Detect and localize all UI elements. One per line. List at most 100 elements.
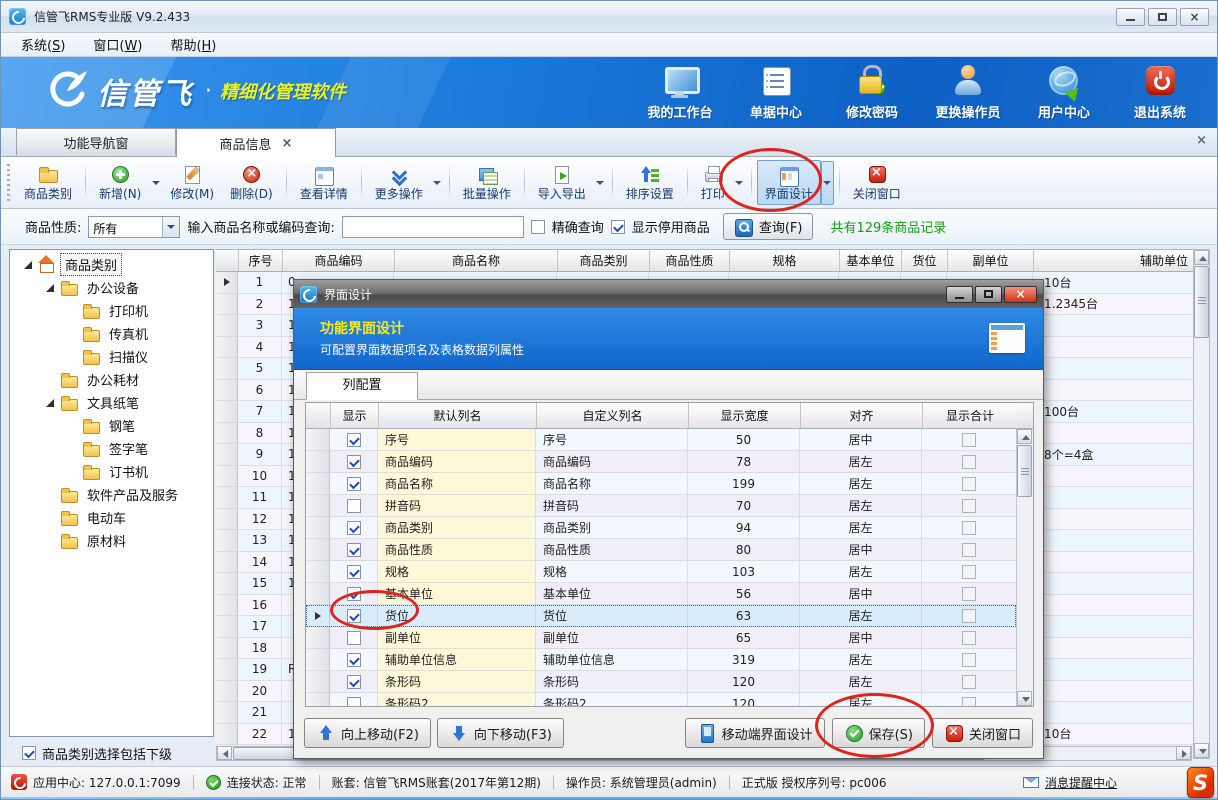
tree-item[interactable]: 扫描仪: [10, 345, 213, 368]
show-total-checkbox[interactable]: [962, 609, 976, 623]
cell-alignment[interactable]: 居中: [800, 429, 922, 451]
cell-alignment[interactable]: 居左: [800, 517, 922, 539]
scroll-left-icon[interactable]: [217, 746, 232, 760]
tree-item[interactable]: 软件产品及服务: [10, 483, 213, 506]
cell-custom-name[interactable]: 商品类别: [536, 517, 688, 539]
nature-select[interactable]: 所有: [88, 216, 180, 238]
show-column-checkbox[interactable]: [347, 631, 361, 645]
minimize-button[interactable]: [1116, 8, 1145, 26]
tree-item[interactable]: 文具纸笔: [10, 391, 213, 414]
cell-display-width[interactable]: 94: [688, 517, 800, 539]
dialog-scrollbar[interactable]: [1016, 429, 1033, 706]
scroll-right-icon[interactable]: [1176, 746, 1191, 760]
dialog-action-button[interactable]: 关闭窗口: [932, 718, 1033, 748]
column-config-row[interactable]: 货位 货位 63 居左: [306, 605, 1016, 627]
cell-display-width[interactable]: 70: [688, 495, 800, 517]
toolbar-button[interactable]: 查看详情: [292, 160, 356, 205]
column-config-row[interactable]: 基本单位 基本单位 56 居中: [306, 583, 1016, 605]
cell-display-width[interactable]: 63: [688, 605, 800, 627]
close-button[interactable]: ×: [1180, 8, 1209, 26]
show-column-checkbox[interactable]: [347, 609, 361, 623]
scroll-down-icon[interactable]: [1017, 691, 1032, 706]
banner-action[interactable]: 退出系统: [1125, 65, 1195, 121]
dialog-action-button[interactable]: 保存(S): [832, 718, 925, 748]
column-config-row[interactable]: 副单位 副单位 65 居中: [306, 627, 1016, 649]
dialog-move-button[interactable]: 向下移动(F3): [437, 718, 564, 748]
tree-item[interactable]: 打印机: [10, 299, 213, 322]
table-column-header[interactable]: 商品编码: [283, 250, 395, 271]
show-total-checkbox[interactable]: [962, 455, 976, 469]
dialog-move-button[interactable]: 向上移动(F2): [304, 718, 431, 748]
dropdown-arrow-icon[interactable]: [431, 163, 444, 203]
scroll-up-icon[interactable]: [1017, 429, 1032, 444]
cell-alignment[interactable]: 居左: [800, 451, 922, 473]
tree-item[interactable]: 办公设备: [10, 276, 213, 299]
show-column-checkbox[interactable]: [347, 433, 361, 447]
cell-custom-name[interactable]: 条形码: [536, 671, 688, 693]
show-column-checkbox[interactable]: [347, 499, 361, 513]
tab-close-icon[interactable]: ×: [282, 136, 293, 151]
show-column-checkbox[interactable]: [347, 675, 361, 689]
tree-expander-icon[interactable]: [46, 284, 54, 292]
show-stopped-checkbox[interactable]: [611, 220, 625, 234]
show-total-checkbox[interactable]: [962, 631, 976, 645]
toolbar-button[interactable]: 导入导出: [530, 160, 594, 205]
tree-item[interactable]: 传真机: [10, 322, 213, 345]
column-config-row[interactable]: 条形码2 条形码2 120 居左: [306, 693, 1016, 706]
cell-alignment[interactable]: 居左: [800, 605, 922, 627]
toolbar-button[interactable]: 更多操作: [367, 160, 431, 205]
column-config-row[interactable]: 辅助单位信息 辅助单位信息 319 居左: [306, 649, 1016, 671]
show-column-checkbox[interactable]: [347, 543, 361, 557]
column-config-row[interactable]: 商品类别 商品类别 94 居左: [306, 517, 1016, 539]
cell-alignment[interactable]: 居中: [800, 627, 922, 649]
menu-item[interactable]: 系统(S): [7, 33, 79, 56]
cell-alignment[interactable]: 居中: [800, 539, 922, 561]
cell-custom-name[interactable]: 商品性质: [536, 539, 688, 561]
show-column-checkbox[interactable]: [347, 587, 361, 601]
cell-custom-name[interactable]: 条形码2: [536, 693, 688, 706]
cell-alignment[interactable]: 居左: [800, 693, 922, 706]
scroll-up-icon[interactable]: [1194, 250, 1209, 265]
toolbar-button[interactable]: 新增(N): [91, 160, 149, 205]
table-column-header[interactable]: 副单位: [948, 250, 1034, 271]
show-total-checkbox[interactable]: [962, 587, 976, 601]
vertical-scrollbar[interactable]: [1193, 249, 1210, 759]
banner-action[interactable]: 单据中心: [741, 65, 811, 121]
menu-item[interactable]: 帮助(H): [156, 33, 230, 56]
show-total-checkbox[interactable]: [962, 675, 976, 689]
banner-action[interactable]: 我的工作台: [645, 65, 715, 121]
cell-custom-name[interactable]: 货位: [536, 605, 688, 627]
cell-display-width[interactable]: 120: [688, 671, 800, 693]
include-sublevel-checkbox[interactable]: [22, 746, 36, 760]
config-column-header[interactable]: 自定义列名: [537, 403, 689, 428]
menu-item[interactable]: 窗口(W): [79, 33, 156, 56]
show-total-checkbox[interactable]: [962, 653, 976, 667]
cell-custom-name[interactable]: 商品编码: [536, 451, 688, 473]
cell-alignment[interactable]: 居左: [800, 649, 922, 671]
scroll-down-icon[interactable]: [1194, 743, 1209, 758]
dropdown-arrow-icon[interactable]: [821, 161, 834, 205]
table-column-header[interactable]: 商品性质: [650, 250, 730, 271]
show-column-checkbox[interactable]: [347, 565, 361, 579]
message-center-link[interactable]: 消息提醒中心: [1045, 774, 1117, 791]
show-total-checkbox[interactable]: [962, 565, 976, 579]
column-config-row[interactable]: 商品编码 商品编码 78 居左: [306, 451, 1016, 473]
cell-custom-name[interactable]: 基本单位: [536, 583, 688, 605]
cell-alignment[interactable]: 居左: [800, 473, 922, 495]
cell-custom-name[interactable]: 副单位: [536, 627, 688, 649]
tree-item[interactable]: 电动车: [10, 506, 213, 529]
show-total-checkbox[interactable]: [962, 521, 976, 535]
toolbar-button[interactable]: 商品类别: [16, 160, 80, 205]
cell-alignment[interactable]: 居左: [800, 671, 922, 693]
tabstrip-close-icon[interactable]: ×: [1196, 133, 1207, 148]
banner-action[interactable]: 更换操作员: [933, 65, 1003, 121]
config-column-header[interactable]: 显示: [331, 403, 379, 428]
cell-alignment[interactable]: 居左: [800, 561, 922, 583]
scroll-thumb[interactable]: [1194, 266, 1209, 338]
cell-custom-name[interactable]: 商品名称: [536, 473, 688, 495]
cell-display-width[interactable]: 50: [688, 429, 800, 451]
cell-custom-name[interactable]: 规格: [536, 561, 688, 583]
tab[interactable]: 功能导航窗 ×: [16, 128, 176, 155]
cell-display-width[interactable]: 103: [688, 561, 800, 583]
toolbar-button[interactable]: 批量操作: [455, 160, 519, 205]
